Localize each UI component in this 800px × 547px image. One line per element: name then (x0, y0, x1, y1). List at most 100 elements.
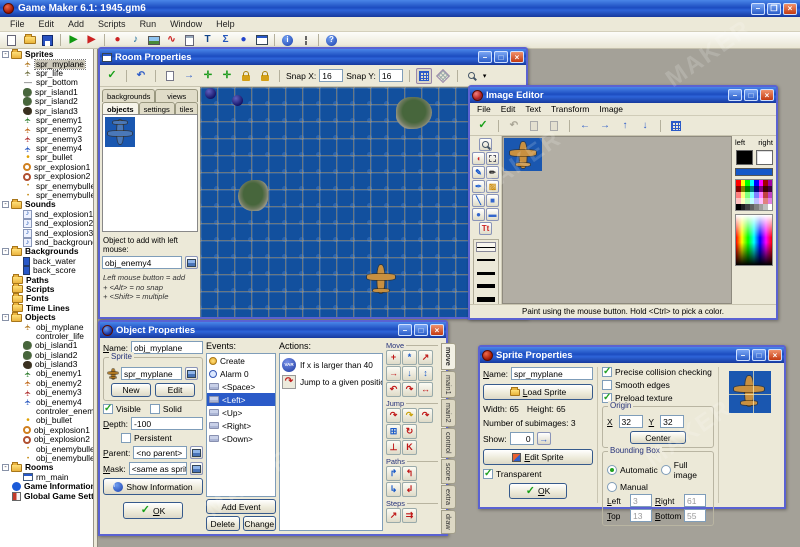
sp-maximize-button[interactable]: □ (752, 349, 766, 361)
action-button[interactable]: ↷ (418, 408, 433, 423)
zoom-tool-button[interactable] (479, 138, 492, 151)
line-width-option[interactable] (476, 281, 496, 291)
sprite-properties-titlebar[interactable]: Sprite Properties – □ × (480, 347, 784, 363)
expander-icon[interactable]: - (2, 201, 9, 208)
bbox-left-input[interactable]: 3 (630, 494, 652, 507)
object-sprite-field[interactable]: spr_myplane (121, 367, 182, 380)
room-sort-v-button[interactable]: ✛ (219, 68, 235, 84)
select-tool-button[interactable] (486, 152, 499, 165)
mask-field[interactable]: <same as sprite> (129, 462, 187, 475)
expander-icon[interactable]: - (2, 248, 9, 255)
menu-run[interactable]: Run (133, 18, 164, 30)
menu-scripts[interactable]: Scripts (91, 18, 133, 30)
room-lock-button[interactable] (238, 68, 254, 84)
sp-close-button[interactable]: × (768, 349, 782, 361)
action-button[interactable]: ↕ (418, 366, 433, 381)
pen-tool-button[interactable]: ✎ (472, 166, 485, 179)
precise-collision-checkbox[interactable]: Precise collision checking (602, 367, 714, 377)
room-clear-button[interactable] (162, 68, 178, 84)
action-button[interactable]: ↶ (386, 382, 401, 397)
toolbar-open-button[interactable] (21, 33, 38, 48)
room-tab-views[interactable]: views (155, 89, 198, 102)
action-button[interactable]: + (386, 350, 401, 365)
ie-shift-up-button[interactable]: ↑ (617, 118, 633, 134)
minimize-button[interactable]: – (751, 3, 765, 15)
parent-picker-button[interactable] (190, 446, 203, 459)
transparent-checkbox-box[interactable] (483, 469, 493, 479)
tab-main2[interactable]: main2 (441, 399, 456, 427)
sprite-frame-thumbnail[interactable] (504, 138, 542, 171)
action-button[interactable]: ↲ (402, 482, 417, 497)
ie-menu-edit[interactable]: Edit (496, 104, 521, 114)
snap-y-input[interactable]: 16 (379, 69, 403, 82)
pencil-tool-button[interactable]: ✏ (486, 166, 499, 179)
ie-paste-button[interactable] (546, 118, 562, 134)
action-button[interactable]: ↱ (386, 466, 401, 481)
line-tool-button[interactable]: ╲ (472, 194, 485, 207)
action-button[interactable]: ↷ (402, 408, 417, 423)
transparent-checkbox[interactable]: Transparent (483, 469, 593, 479)
line-width-option[interactable] (476, 294, 496, 304)
bbox-right-input[interactable]: 61 (684, 494, 706, 507)
image-editor-titlebar[interactable]: Image Editor – □ × (470, 87, 776, 103)
add-event-button[interactable]: Add Event (206, 499, 276, 514)
tab-draw[interactable]: draw (441, 510, 456, 534)
room-sort-h-button[interactable]: ✛ (200, 68, 216, 84)
bbox-fullimage-radio[interactable]: Full image (661, 460, 709, 480)
restore-button[interactable]: ❐ (767, 3, 781, 15)
next-subimage-button[interactable]: → (537, 432, 551, 445)
object-to-add-field[interactable]: obj_enemy4 (102, 256, 182, 269)
change-event-button[interactable]: Change (243, 516, 277, 531)
object-thumbnail[interactable] (105, 117, 135, 147)
toolbar-settings-button[interactable] (297, 33, 314, 48)
toolbar-background-button[interactable] (145, 33, 162, 48)
toolbar-run-button[interactable]: ▶ (65, 33, 82, 48)
action-button[interactable]: * (402, 350, 417, 365)
ellipse-tool-button[interactable]: ● (472, 208, 485, 221)
sprite-picker-button[interactable] (185, 367, 198, 380)
show-input[interactable]: 0 (510, 432, 534, 445)
text-tool-button[interactable]: Tt (479, 222, 492, 235)
bbox-top-input[interactable]: 13 (630, 509, 652, 522)
op-minimize-button[interactable]: – (398, 324, 412, 336)
room-ok-button[interactable]: ✓ (104, 68, 120, 84)
ie-shift-down-button[interactable]: ↓ (637, 118, 653, 134)
center-button[interactable]: Center (630, 431, 686, 444)
bbox-manual-radio[interactable]: Manual (607, 482, 648, 492)
ie-menu-text[interactable]: Text (520, 104, 546, 114)
object-picker-button[interactable] (185, 256, 198, 269)
menu-window[interactable]: Window (163, 18, 209, 30)
ie-shift-left-button[interactable]: ← (577, 118, 593, 134)
origin-x-input[interactable]: 32 (619, 415, 643, 428)
ie-copy-button[interactable] (526, 118, 542, 134)
toolbar-object-button[interactable]: ● (235, 33, 252, 48)
toolbar-help-button[interactable]: ? (323, 33, 340, 48)
dropper-tool-button[interactable]: ✒ (472, 180, 485, 193)
op-maximize-button[interactable]: □ (414, 324, 428, 336)
line-width-option[interactable] (476, 255, 496, 265)
action-button[interactable]: ↳ (386, 482, 401, 497)
palette-color[interactable] (768, 204, 773, 210)
smooth-edges-box[interactable] (602, 380, 612, 390)
ie-maximize-button[interactable]: □ (744, 89, 758, 101)
edit-sprite-button[interactable]: Edit Sprite (483, 449, 593, 465)
tree-item-spr-island2[interactable]: spr_island2 (0, 97, 93, 106)
menu-add[interactable]: Add (61, 18, 91, 30)
toolbar-script-button[interactable] (181, 33, 198, 48)
persistent-checkbox-box[interactable] (121, 433, 131, 443)
room-titlebar[interactable]: Room Properties – □ × (100, 49, 526, 65)
color-gradient-picker[interactable] (735, 214, 773, 266)
room-tab-backgrounds[interactable]: backgrounds (102, 89, 155, 102)
action-button[interactable]: ⊞ (386, 424, 401, 439)
action-button[interactable]: → (386, 366, 401, 381)
toolbar-new-button[interactable] (3, 33, 20, 48)
fullimage-radio-button[interactable] (661, 465, 671, 475)
automatic-radio-button[interactable] (607, 465, 617, 475)
smooth-edges-checkbox[interactable]: Smooth edges (602, 380, 714, 390)
tab-control[interactable]: control (441, 428, 456, 458)
solid-checkbox-box[interactable] (150, 404, 160, 414)
placed-island-sprite[interactable] (238, 180, 268, 211)
spray-tool-button[interactable]: ▨ (486, 180, 499, 193)
menu-help[interactable]: Help (209, 18, 242, 30)
expander-icon[interactable]: - (2, 51, 9, 58)
